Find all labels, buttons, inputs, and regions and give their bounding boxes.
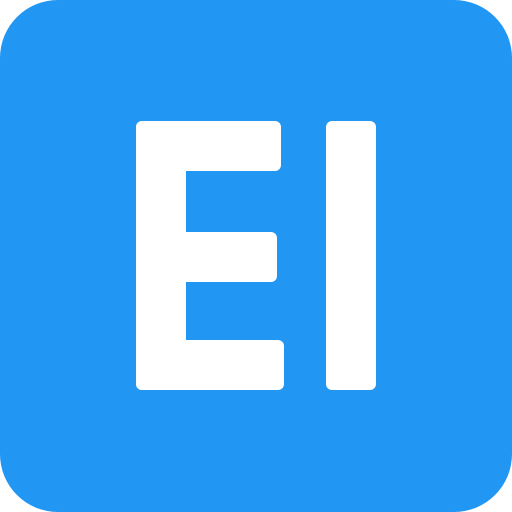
letter-e-middle-bar xyxy=(136,232,277,282)
letter-e-top-bar xyxy=(136,121,281,171)
app-icon: EI xyxy=(0,0,512,512)
ei-logo-icon xyxy=(136,121,376,390)
letter-e-shape xyxy=(136,121,284,390)
letter-e-bottom-bar xyxy=(136,340,284,390)
letter-i-stem xyxy=(326,121,376,390)
letter-i-shape xyxy=(326,121,376,390)
